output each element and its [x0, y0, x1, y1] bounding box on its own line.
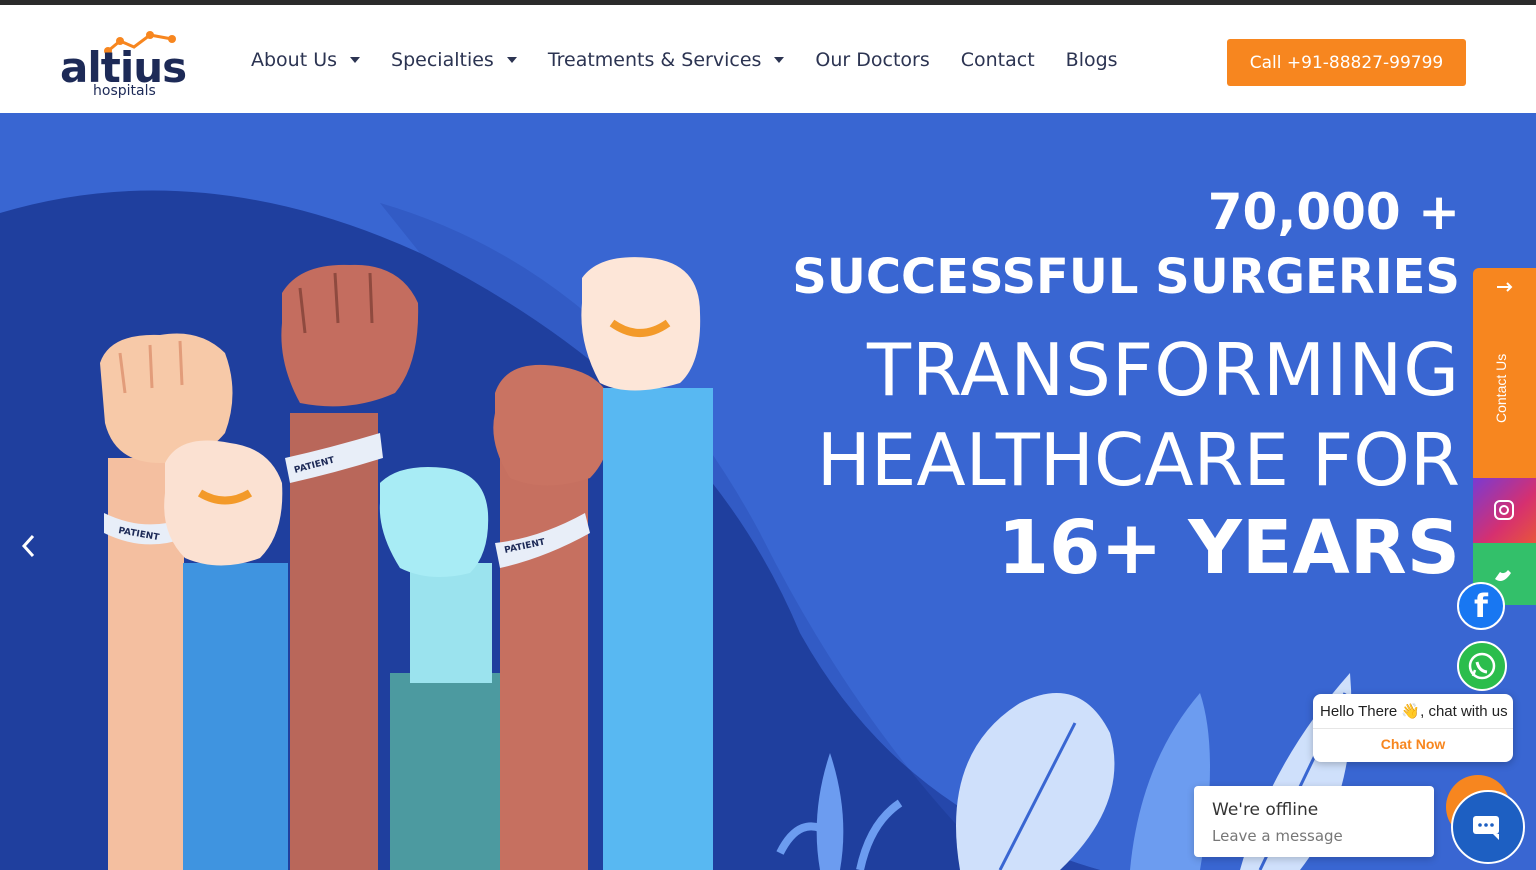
nav-blogs[interactable]: Blogs	[1066, 49, 1118, 71]
hero-line-transforming: TRANSFORMING	[866, 328, 1460, 412]
nav-our-doctors[interactable]: Our Doctors	[815, 49, 929, 71]
stat-headline: 70,000 +	[1207, 183, 1460, 241]
hero-line-years: 16+ YEARS	[997, 505, 1460, 591]
stat-subheadline: SUCCESSFUL SURGERIES	[792, 249, 1460, 305]
nav-specialties[interactable]: Specialties	[391, 49, 517, 71]
contact-us-label: Contact Us	[1493, 353, 1509, 423]
nav-label: Blogs	[1065, 49, 1118, 71]
chat-icon	[1473, 816, 1499, 840]
nav-label: Treatments & Services	[547, 49, 762, 71]
arrow-right-icon	[1497, 282, 1513, 292]
offline-title: We're offline	[1212, 800, 1319, 820]
hero-line-healthcare: HEALTHCARE FOR	[816, 418, 1460, 502]
caret-down-icon	[350, 57, 361, 63]
nav-label: Specialties	[391, 49, 494, 71]
instagram-button[interactable]	[1473, 478, 1536, 543]
facebook-icon[interactable]: f	[1457, 582, 1505, 630]
whatsapp-icon[interactable]	[1457, 641, 1507, 691]
logo-subtitle: hospitals	[93, 83, 156, 99]
chat-launcher-button[interactable]	[1451, 790, 1525, 864]
nav-contact[interactable]: Contact	[961, 49, 1035, 71]
chat-prompt-card: Hello There 👋, chat with us Chat Now	[1313, 694, 1513, 762]
chat-greeting: Hello There 👋, chat with us	[1320, 703, 1508, 720]
nav-label: About Us	[251, 49, 338, 71]
nav-treatments-services[interactable]: Treatments & Services	[548, 49, 785, 71]
caret-down-icon	[506, 57, 517, 63]
chevron-left-icon[interactable]	[18, 531, 40, 561]
altius-logo[interactable]: altius hospitals	[60, 21, 195, 101]
side-contact-us-tab[interactable]: Contact Us	[1473, 268, 1536, 478]
offline-subtitle: Leave a message	[1212, 827, 1343, 845]
site-header: altius hospitals About Us Specialties Tr…	[0, 5, 1536, 113]
hero-banner: PATIENT PATIENT PATIENT 70,000 + SUCCESSFU…	[0, 113, 1536, 870]
divider	[1313, 728, 1513, 729]
nav-about-us[interactable]: About Us	[251, 49, 361, 71]
offline-message-card[interactable]: We're offline Leave a message	[1194, 786, 1434, 857]
main-nav: About Us Specialties Treatments & Servic…	[251, 45, 1149, 75]
nav-label: Our Doctors	[815, 49, 930, 71]
caret-down-icon	[774, 57, 785, 63]
instagram-icon	[1494, 500, 1514, 520]
chat-now-button[interactable]: Chat Now	[1313, 736, 1513, 752]
nav-label: Contact	[960, 49, 1035, 71]
call-button[interactable]: Call +91-88827-99799	[1227, 39, 1466, 86]
